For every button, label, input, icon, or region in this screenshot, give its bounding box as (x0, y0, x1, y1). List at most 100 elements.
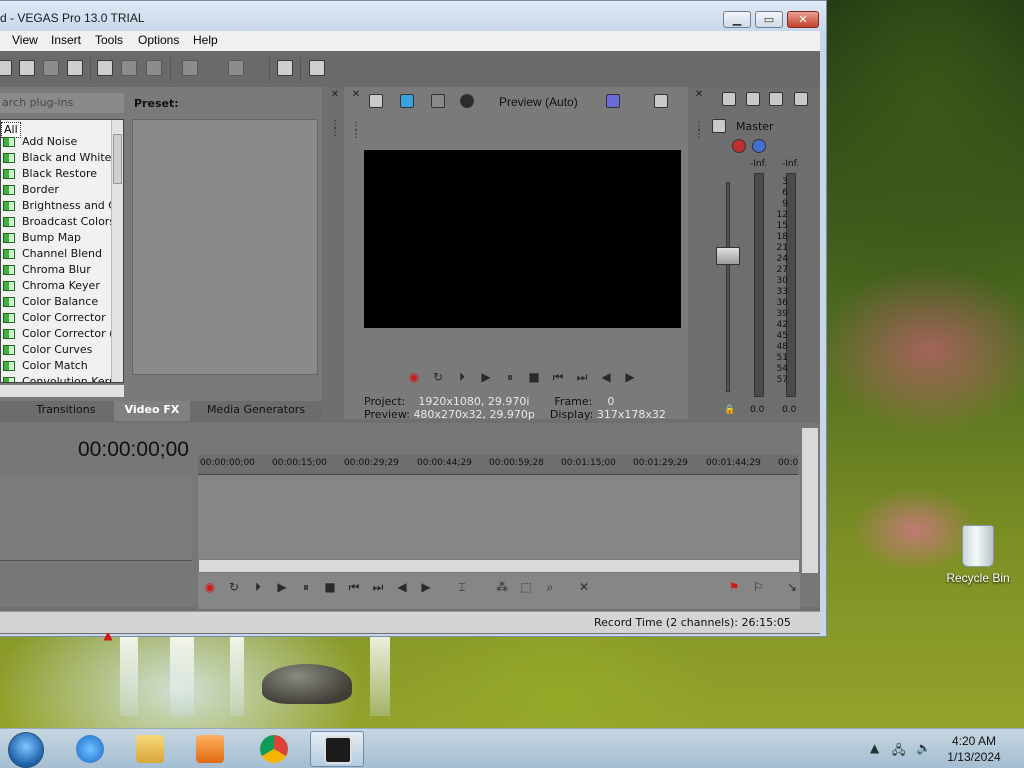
cut-icon[interactable] (97, 60, 113, 76)
mixer-properties-icon[interactable] (722, 92, 736, 106)
insert-region-icon[interactable]: ⚐ (750, 579, 766, 595)
dock-grip-icon[interactable]: ⋮ ⋮ (694, 122, 704, 140)
timeline-vscrollbar[interactable] (802, 428, 818, 573)
copy-icon[interactable] (121, 60, 137, 76)
dock-grip-icon[interactable]: ⋮ ⋮ (330, 120, 340, 138)
list-item[interactable]: Add Noise (1, 134, 111, 150)
undo-icon[interactable] (182, 60, 198, 76)
close-icon[interactable]: ✕ (351, 90, 361, 100)
list-item[interactable]: Channel Blend (1, 246, 111, 262)
edit-tool-icon[interactable] (277, 60, 293, 76)
list-item[interactable]: Color Corrector (1, 310, 111, 326)
previous-frame-icon[interactable]: ◀ (394, 579, 410, 595)
minimize-button[interactable]: ▁ (723, 11, 751, 28)
list-item[interactable]: Color Corrector (Secondary) (1, 326, 111, 342)
play-icon[interactable]: ▶ (274, 579, 290, 595)
preview-quality-dropdown[interactable]: Preview (Auto) (499, 95, 578, 109)
close-button[interactable]: ✕ (787, 11, 819, 28)
system-clock[interactable]: 4:20 AM 1/13/2024 (944, 733, 1004, 765)
list-item[interactable]: Chroma Blur (1, 262, 111, 278)
mixer-dim-icon[interactable] (769, 92, 783, 106)
plugin-search-input[interactable]: arch plug-ins (0, 93, 124, 113)
show-hidden-icons-icon[interactable]: ▲ (870, 741, 879, 755)
project-properties-icon[interactable] (369, 94, 383, 108)
previous-frame-icon[interactable]: ◀ (598, 369, 614, 385)
render-icon[interactable] (43, 60, 59, 76)
list-item[interactable]: Color Match (1, 358, 111, 374)
preset-list[interactable] (132, 119, 318, 375)
zoom-tool-icon[interactable]: ⌕ (542, 579, 558, 595)
stop-icon[interactable]: ■ (526, 369, 542, 385)
play-from-start-icon[interactable]: ⏵ (250, 579, 266, 595)
plugin-list-hscrollbar[interactable] (0, 385, 124, 397)
tab-transitions[interactable]: Transitions (22, 401, 110, 421)
list-item[interactable]: Color Curves (1, 342, 111, 358)
taskbar-internet-explorer[interactable] (63, 731, 117, 767)
menu-options[interactable]: Options (138, 33, 179, 47)
track-header-area[interactable] (0, 475, 192, 561)
pause-icon[interactable]: ⏸ (502, 369, 518, 385)
save-icon[interactable] (0, 60, 12, 76)
overlays-icon[interactable] (606, 94, 620, 108)
taskbar-vegas-pro[interactable] (310, 731, 364, 767)
list-item[interactable]: Color Balance (1, 294, 111, 310)
fx-chain-icon[interactable] (732, 139, 746, 153)
record-icon[interactable]: ◉ (202, 579, 218, 595)
split-screen-icon[interactable] (460, 94, 474, 108)
recycle-bin[interactable]: Recycle Bin (940, 525, 1016, 585)
delete-icon[interactable]: ✕ (576, 579, 592, 595)
pause-icon[interactable]: ⏸ (298, 579, 314, 595)
taskbar-file-explorer[interactable] (123, 731, 177, 767)
list-item[interactable]: Black Restore (1, 166, 111, 182)
menu-view[interactable]: View (12, 33, 38, 47)
selection-tool-icon[interactable]: ⬚ (518, 579, 534, 595)
list-item[interactable]: Brightness and Contrast (1, 198, 111, 214)
volume-muted-icon[interactable]: 🔈 (916, 741, 931, 755)
fx-icon[interactable] (431, 94, 445, 108)
whats-this-icon[interactable] (309, 60, 325, 76)
next-frame-icon[interactable]: ▶ (622, 369, 638, 385)
record-icon[interactable]: ◉ (406, 369, 422, 385)
external-monitor-icon[interactable] (400, 94, 414, 108)
tab-media-generators[interactable]: Media Generators (194, 401, 318, 421)
time-ruler[interactable]: 00:00:00;00 00:00:15;00 00:00:29;29 00:0… (198, 455, 798, 475)
loop-icon[interactable]: ↻ (430, 369, 446, 385)
normal-edit-tool-icon[interactable]: ⌶ (454, 579, 470, 595)
network-icon[interactable]: 🖧 (892, 741, 905, 762)
go-to-end-icon[interactable]: ⏭ (370, 579, 386, 595)
taskbar-chrome[interactable] (247, 731, 301, 767)
list-item[interactable]: Chroma Keyer (1, 278, 111, 294)
start-button[interactable] (8, 732, 44, 768)
play-icon[interactable]: ▶ (478, 369, 494, 385)
dock-grip-icon[interactable]: ⋮ ⋮ (351, 122, 361, 140)
mute-icon[interactable] (752, 139, 766, 153)
go-to-start-icon[interactable]: ⏮ (346, 579, 362, 595)
volume-fader-track[interactable] (726, 182, 730, 392)
properties-icon[interactable] (67, 60, 83, 76)
mixer-menu-icon[interactable] (794, 92, 808, 106)
close-icon[interactable]: ✕ (330, 90, 340, 100)
menu-insert[interactable]: Insert (51, 33, 81, 47)
redo-icon[interactable] (228, 60, 244, 76)
next-frame-icon[interactable]: ▶ (418, 579, 434, 595)
list-item[interactable]: Convolution Kernel (1, 374, 111, 382)
timeline-hscrollbar[interactable] (198, 559, 800, 573)
copy-snapshot-icon[interactable] (654, 94, 668, 108)
list-item[interactable]: Border (1, 182, 111, 198)
loop-icon[interactable]: ↻ (226, 579, 242, 595)
maximize-button[interactable]: ▭ (755, 11, 783, 28)
menu-tools[interactable]: Tools (95, 33, 123, 47)
paste-icon[interactable] (146, 60, 162, 76)
list-item[interactable]: Bump Map (1, 230, 111, 246)
tab-video-fx[interactable]: Video FX (114, 401, 190, 421)
lock-icon[interactable]: 🔒 (724, 405, 735, 415)
play-from-start-icon[interactable]: ⏵ (454, 369, 470, 385)
list-item[interactable]: Black and White (1, 150, 111, 166)
stop-icon[interactable]: ■ (322, 579, 338, 595)
save-as-icon[interactable] (19, 60, 35, 76)
envelope-tool-icon[interactable]: ⁂ (494, 579, 510, 595)
close-icon[interactable]: ✕ (694, 90, 704, 100)
mixer-downmix-icon[interactable] (746, 92, 760, 106)
go-to-end-icon[interactable]: ⏭ (574, 369, 590, 385)
scrollbar-thumb[interactable] (113, 134, 122, 184)
